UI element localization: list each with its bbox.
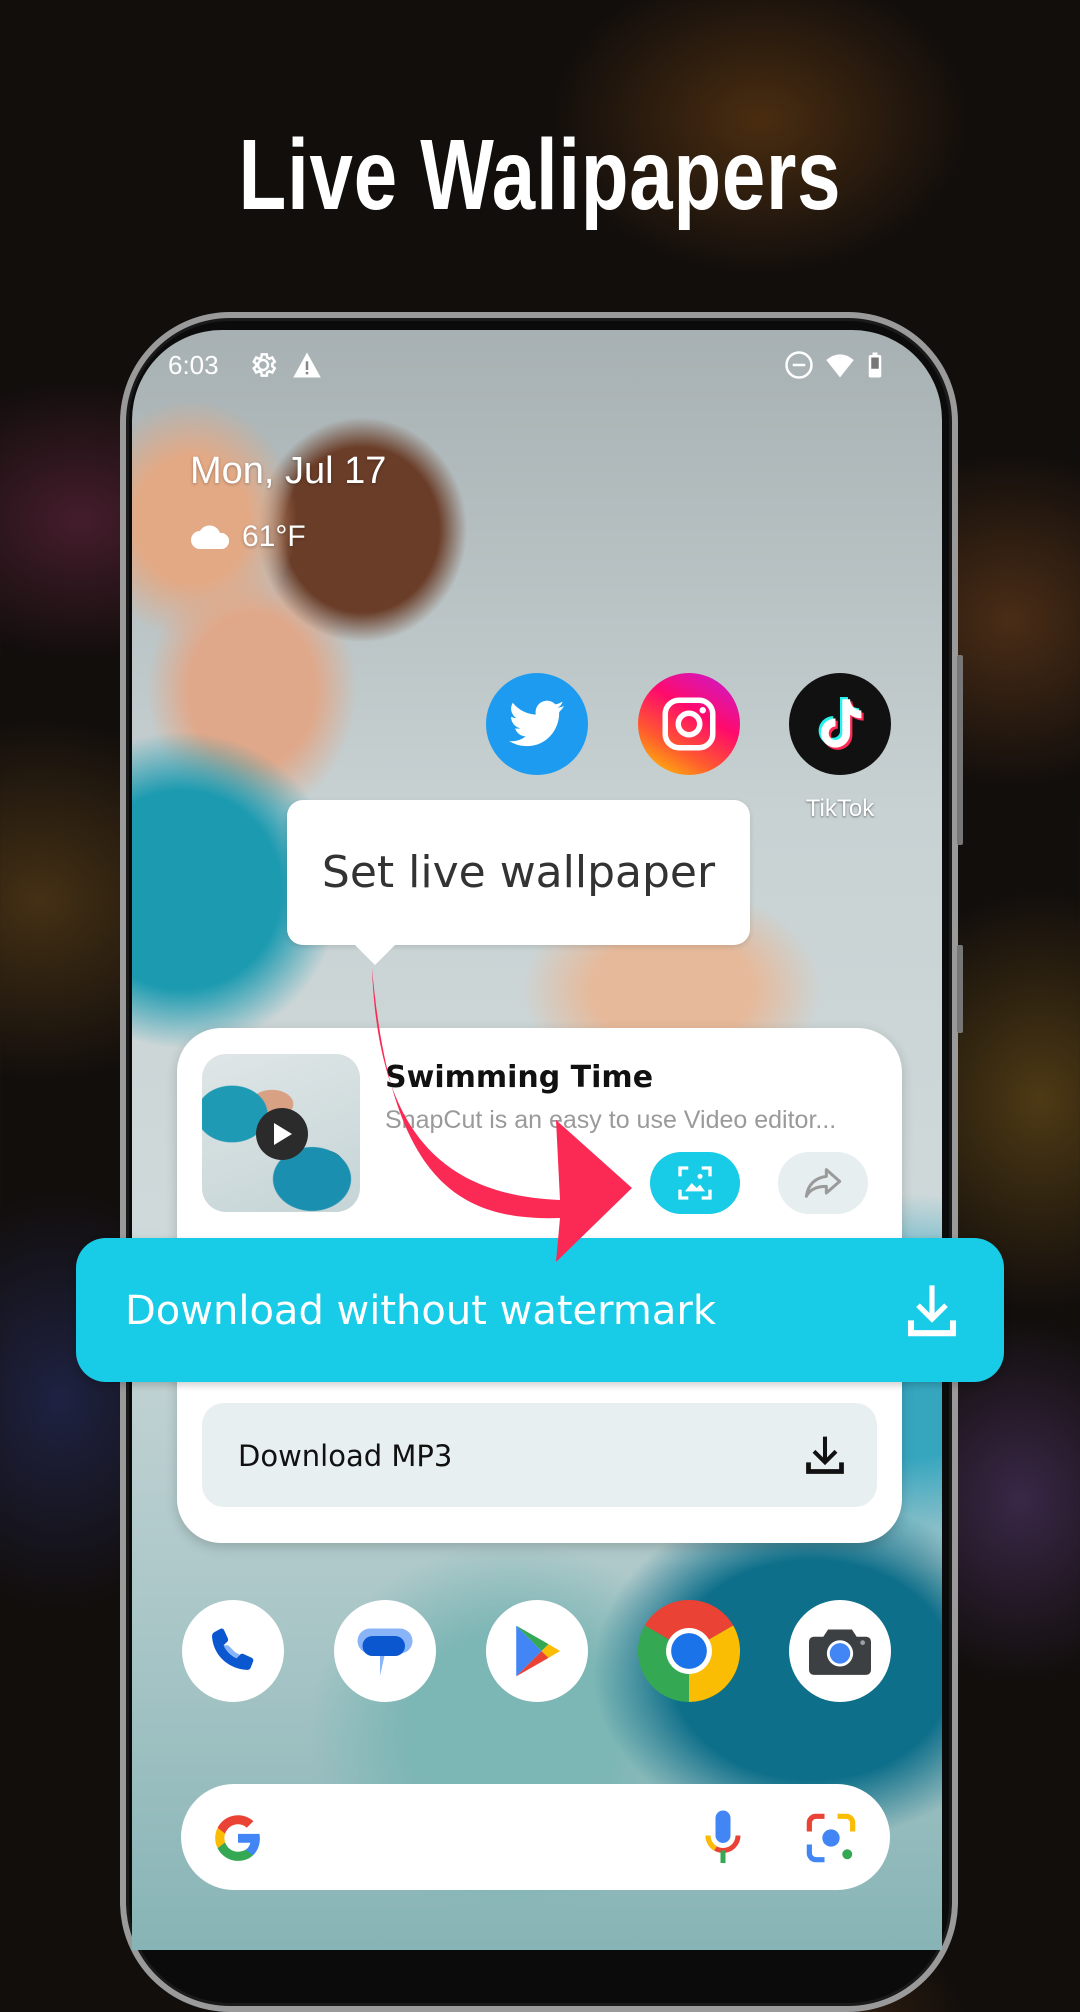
- download-icon: [806, 1436, 844, 1474]
- dock-camera[interactable]: [789, 1600, 891, 1702]
- instagram-app[interactable]: [638, 673, 740, 775]
- twitter-app[interactable]: [486, 673, 588, 775]
- twitter-icon: [509, 700, 565, 747]
- phone-side-button: [957, 655, 963, 845]
- weather-widget[interactable]: 61°F: [190, 520, 306, 554]
- wifi-icon: [826, 354, 854, 378]
- tiktok-label[interactable]: TikTok: [780, 795, 900, 823]
- status-time: 6:03: [168, 350, 219, 380]
- set-wallpaper-tooltip: Set live wallpaper: [287, 800, 750, 945]
- camera-icon: [809, 1629, 871, 1675]
- share-button[interactable]: [778, 1152, 868, 1214]
- home-date[interactable]: Mon, Jul 17: [190, 450, 386, 493]
- video-title: Swimming Time: [385, 1060, 654, 1095]
- download-icon: [907, 1285, 957, 1337]
- weather-temperature: 61°F: [242, 520, 306, 553]
- download-without-watermark-label: Download without watermark: [125, 1288, 716, 1334]
- wallpaper-icon: [678, 1166, 712, 1200]
- microphone-icon[interactable]: [703, 1808, 743, 1868]
- google-g-icon: [215, 1815, 260, 1861]
- do-not-disturb-icon: [785, 351, 813, 379]
- set-wallpaper-button[interactable]: [650, 1152, 740, 1214]
- download-without-watermark-button[interactable]: Download without watermark: [76, 1238, 1004, 1382]
- settings-icon: [252, 353, 277, 377]
- headline-title: Live Walipapers: [238, 119, 842, 231]
- tiktok-app[interactable]: [789, 673, 891, 775]
- cloud-icon: [191, 525, 230, 549]
- play-button[interactable]: [256, 1108, 308, 1160]
- phone-side-button: [957, 945, 963, 1033]
- tiktok-icon: [818, 697, 864, 750]
- status-bar: 6:03: [132, 330, 942, 400]
- play-store-icon: [516, 1625, 561, 1677]
- dock-phone[interactable]: [182, 1600, 284, 1702]
- instagram-icon: [662, 697, 716, 751]
- video-thumbnail[interactable]: [202, 1054, 360, 1212]
- battery-icon: [868, 352, 882, 378]
- download-mp3-label: Download MP3: [238, 1439, 453, 1473]
- messages-icon: [357, 1628, 413, 1676]
- google-search-bar[interactable]: [181, 1784, 890, 1890]
- dock-messages[interactable]: [334, 1600, 436, 1702]
- share-icon: [804, 1168, 842, 1198]
- video-description: SnapCut is an easy to use Video editor..…: [385, 1106, 837, 1134]
- warning-icon: [293, 352, 321, 378]
- download-mp3-button[interactable]: Download MP3: [202, 1403, 877, 1507]
- tooltip-tail: [353, 943, 397, 965]
- lens-icon[interactable]: [804, 1812, 858, 1864]
- dock-chrome[interactable]: [638, 1600, 740, 1702]
- play-icon: [274, 1123, 292, 1145]
- phone-icon: [212, 1628, 254, 1670]
- dock-play-store[interactable]: [486, 1600, 588, 1702]
- tooltip-text: Set live wallpaper: [321, 847, 716, 898]
- chrome-icon: [638, 1600, 740, 1702]
